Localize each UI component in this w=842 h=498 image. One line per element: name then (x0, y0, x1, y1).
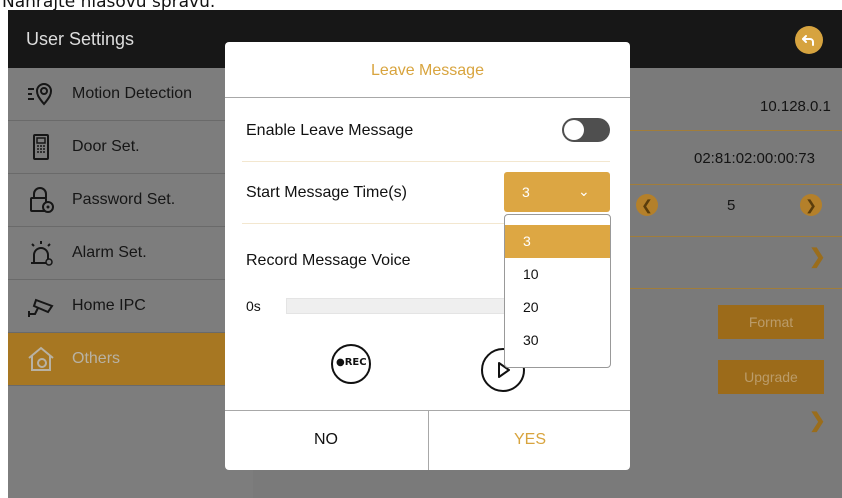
dialog-title: Leave Message (225, 42, 630, 98)
chevron-right-icon: ❯ (805, 197, 817, 213)
start-message-time-select[interactable]: 3 ⌄ (504, 172, 610, 212)
motion-detection-icon (28, 83, 53, 106)
record-progress-bar (286, 298, 518, 314)
sidebar-item-password-set[interactable]: Password Set. (8, 174, 253, 227)
back-button[interactable] (795, 26, 823, 54)
sidebar-item-label: Password Set. (72, 191, 176, 208)
sidebar-item-alarm-set[interactable]: Alarm Set. (8, 227, 253, 280)
selected-value: 3 (522, 184, 530, 200)
dropdown-option[interactable]: 20 (505, 291, 610, 324)
start-message-time-label: Start Message Time(s) (246, 184, 407, 201)
dropdown-option[interactable]: 10 (505, 258, 610, 291)
chevron-down-icon: ⌄ (578, 183, 590, 199)
page-title: User Settings (26, 29, 135, 49)
enable-leave-message-label: Enable Leave Message (246, 122, 414, 139)
record-button[interactable]: ●REC (331, 344, 371, 384)
option-label: 3 (523, 233, 531, 249)
yes-button[interactable]: YES (428, 411, 630, 470)
progress-time: 0s (246, 298, 261, 314)
alarm-bell-icon (31, 241, 53, 266)
sidebar-item-label: Others (72, 350, 121, 367)
increase-button[interactable]: ❯ (800, 194, 822, 216)
dropdown-option[interactable]: 30 (505, 324, 610, 357)
sidebar-item-home-ipc[interactable]: Home IPC (8, 280, 253, 333)
lock-gear-icon (30, 187, 54, 213)
back-arrow-icon (802, 35, 814, 46)
door-panel-icon (33, 134, 49, 160)
sidebar-item-motion-detection[interactable]: Motion Detection (8, 68, 253, 121)
camera-icon (28, 298, 54, 317)
decrease-button[interactable]: ❮ (636, 194, 658, 216)
toggle-knob (564, 120, 584, 140)
option-divider (242, 161, 610, 162)
stepper-value: 5 (727, 197, 736, 214)
format-button[interactable]: Format (718, 305, 824, 339)
record-message-voice-label: Record Message Voice (246, 252, 411, 269)
sidebar-item-others[interactable]: Others (8, 333, 253, 386)
dialog-buttons: NO YES (225, 410, 630, 470)
chevron-left-icon: ❮ (641, 197, 653, 213)
rec-label: ●REC (336, 357, 367, 368)
sidebar: Motion Detection Door Set. Password Set. (8, 68, 253, 498)
sidebar-item-label: Alarm Set. (72, 244, 147, 261)
option-label: 30 (523, 332, 539, 348)
chevron-right-icon[interactable]: ❯ (809, 408, 826, 433)
sidebar-item-door-set[interactable]: Door Set. (8, 121, 253, 174)
sidebar-item-label: Door Set. (72, 138, 140, 155)
mac-address-value: 02:81:02:00:00:73 (694, 150, 815, 167)
sidebar-item-label: Home IPC (72, 297, 146, 314)
house-gear-icon (28, 346, 54, 371)
ip-address-value: 10.128.0.1 (760, 98, 831, 115)
option-label: 20 (523, 299, 539, 315)
sidebar-item-label: Motion Detection (72, 85, 193, 102)
option-label: 10 (523, 266, 539, 282)
no-button[interactable]: NO (225, 411, 427, 470)
enable-leave-message-toggle[interactable] (562, 118, 610, 142)
upgrade-button[interactable]: Upgrade (718, 360, 824, 394)
chevron-right-icon[interactable]: ❯ (809, 244, 826, 269)
dropdown-option[interactable]: 3 (505, 225, 610, 258)
start-time-dropdown: 3 10 20 30 (504, 214, 611, 368)
